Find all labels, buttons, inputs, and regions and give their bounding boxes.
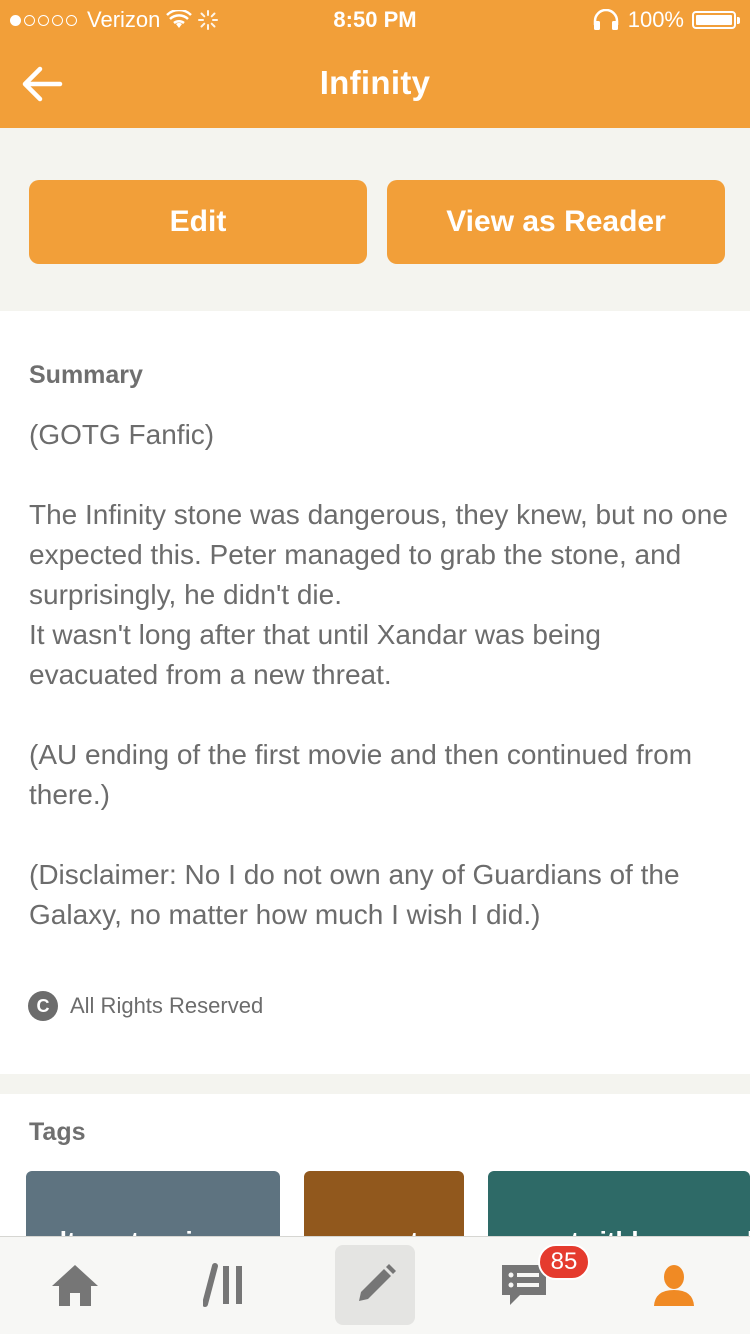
view-as-reader-button[interactable]: View as Reader (387, 180, 725, 264)
copyright-notice: C All Rights Reserved (28, 991, 263, 1021)
tag-chip[interactable]: angstwithhappyending (488, 1171, 750, 1236)
battery-percent: 100% (627, 7, 684, 32)
tags-card: Tags alternateuniverse angst angstwithha… (0, 1094, 750, 1236)
library-icon (203, 1263, 242, 1307)
battery-icon (692, 11, 740, 29)
tags-heading: Tags (29, 1118, 86, 1146)
page-title: Infinity (319, 64, 431, 101)
home-icon (52, 1265, 98, 1306)
nav-bar: Infinity (0, 40, 750, 128)
summary-paragraph: (AU ending of the first movie and then c… (29, 739, 693, 810)
summary-card: Summary (GOTG Fanfic) The Infinity stone… (0, 311, 750, 1074)
tab-home[interactable] (35, 1245, 115, 1325)
status-right: 100% (592, 7, 740, 33)
summary-heading: Summary (29, 361, 143, 389)
summary-paragraph: (GOTG Fanfic) (29, 419, 215, 450)
action-buttons: Edit View as Reader (0, 128, 750, 310)
summary-paragraph: (Disclaimer: No I do not own any of Guar… (29, 859, 680, 930)
status-bar: Verizon 8:50 PM 100% (0, 0, 750, 40)
tab-bar: 85 (0, 1236, 750, 1334)
tab-library[interactable] (188, 1245, 268, 1325)
tab-profile[interactable] (634, 1245, 714, 1325)
tab-write[interactable] (335, 1245, 415, 1325)
headphones-icon (593, 9, 618, 30)
tag-chip[interactable]: alternateuniverse (26, 1171, 280, 1236)
tag-chip[interactable]: angst (304, 1171, 464, 1236)
profile-icon (654, 1265, 694, 1306)
edit-button[interactable]: Edit (29, 180, 367, 264)
pencil-icon (359, 1264, 396, 1301)
notification-badge: 85 (538, 1244, 590, 1280)
copyright-icon: C (28, 991, 58, 1021)
copyright-label: All Rights Reserved (70, 993, 264, 1018)
summary-paragraph: The Infinity stone was dangerous, they k… (29, 499, 728, 690)
summary-text: (GOTG Fanfic) The Infinity stone was dan… (29, 415, 734, 935)
